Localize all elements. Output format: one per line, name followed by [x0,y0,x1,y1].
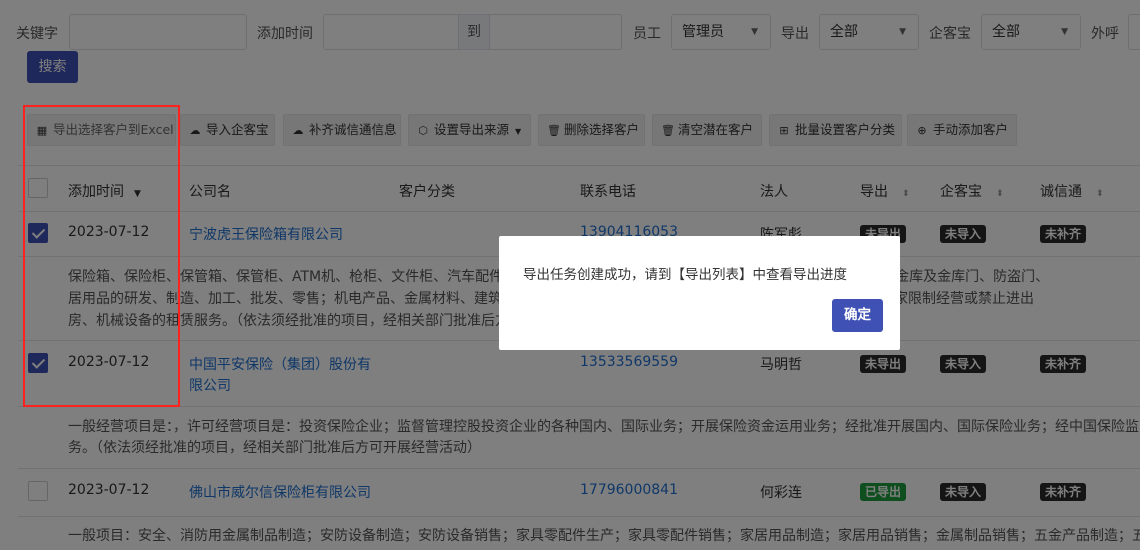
highlight-annotation-box [23,105,180,407]
dialog-message: 导出任务创建成功，请到【导出列表】中查看导出进度 [523,267,847,283]
export-success-dialog: 导出任务创建成功，请到【导出列表】中查看导出进度 确定 [499,236,900,350]
dialog-ok-button[interactable]: 确定 [832,299,883,332]
